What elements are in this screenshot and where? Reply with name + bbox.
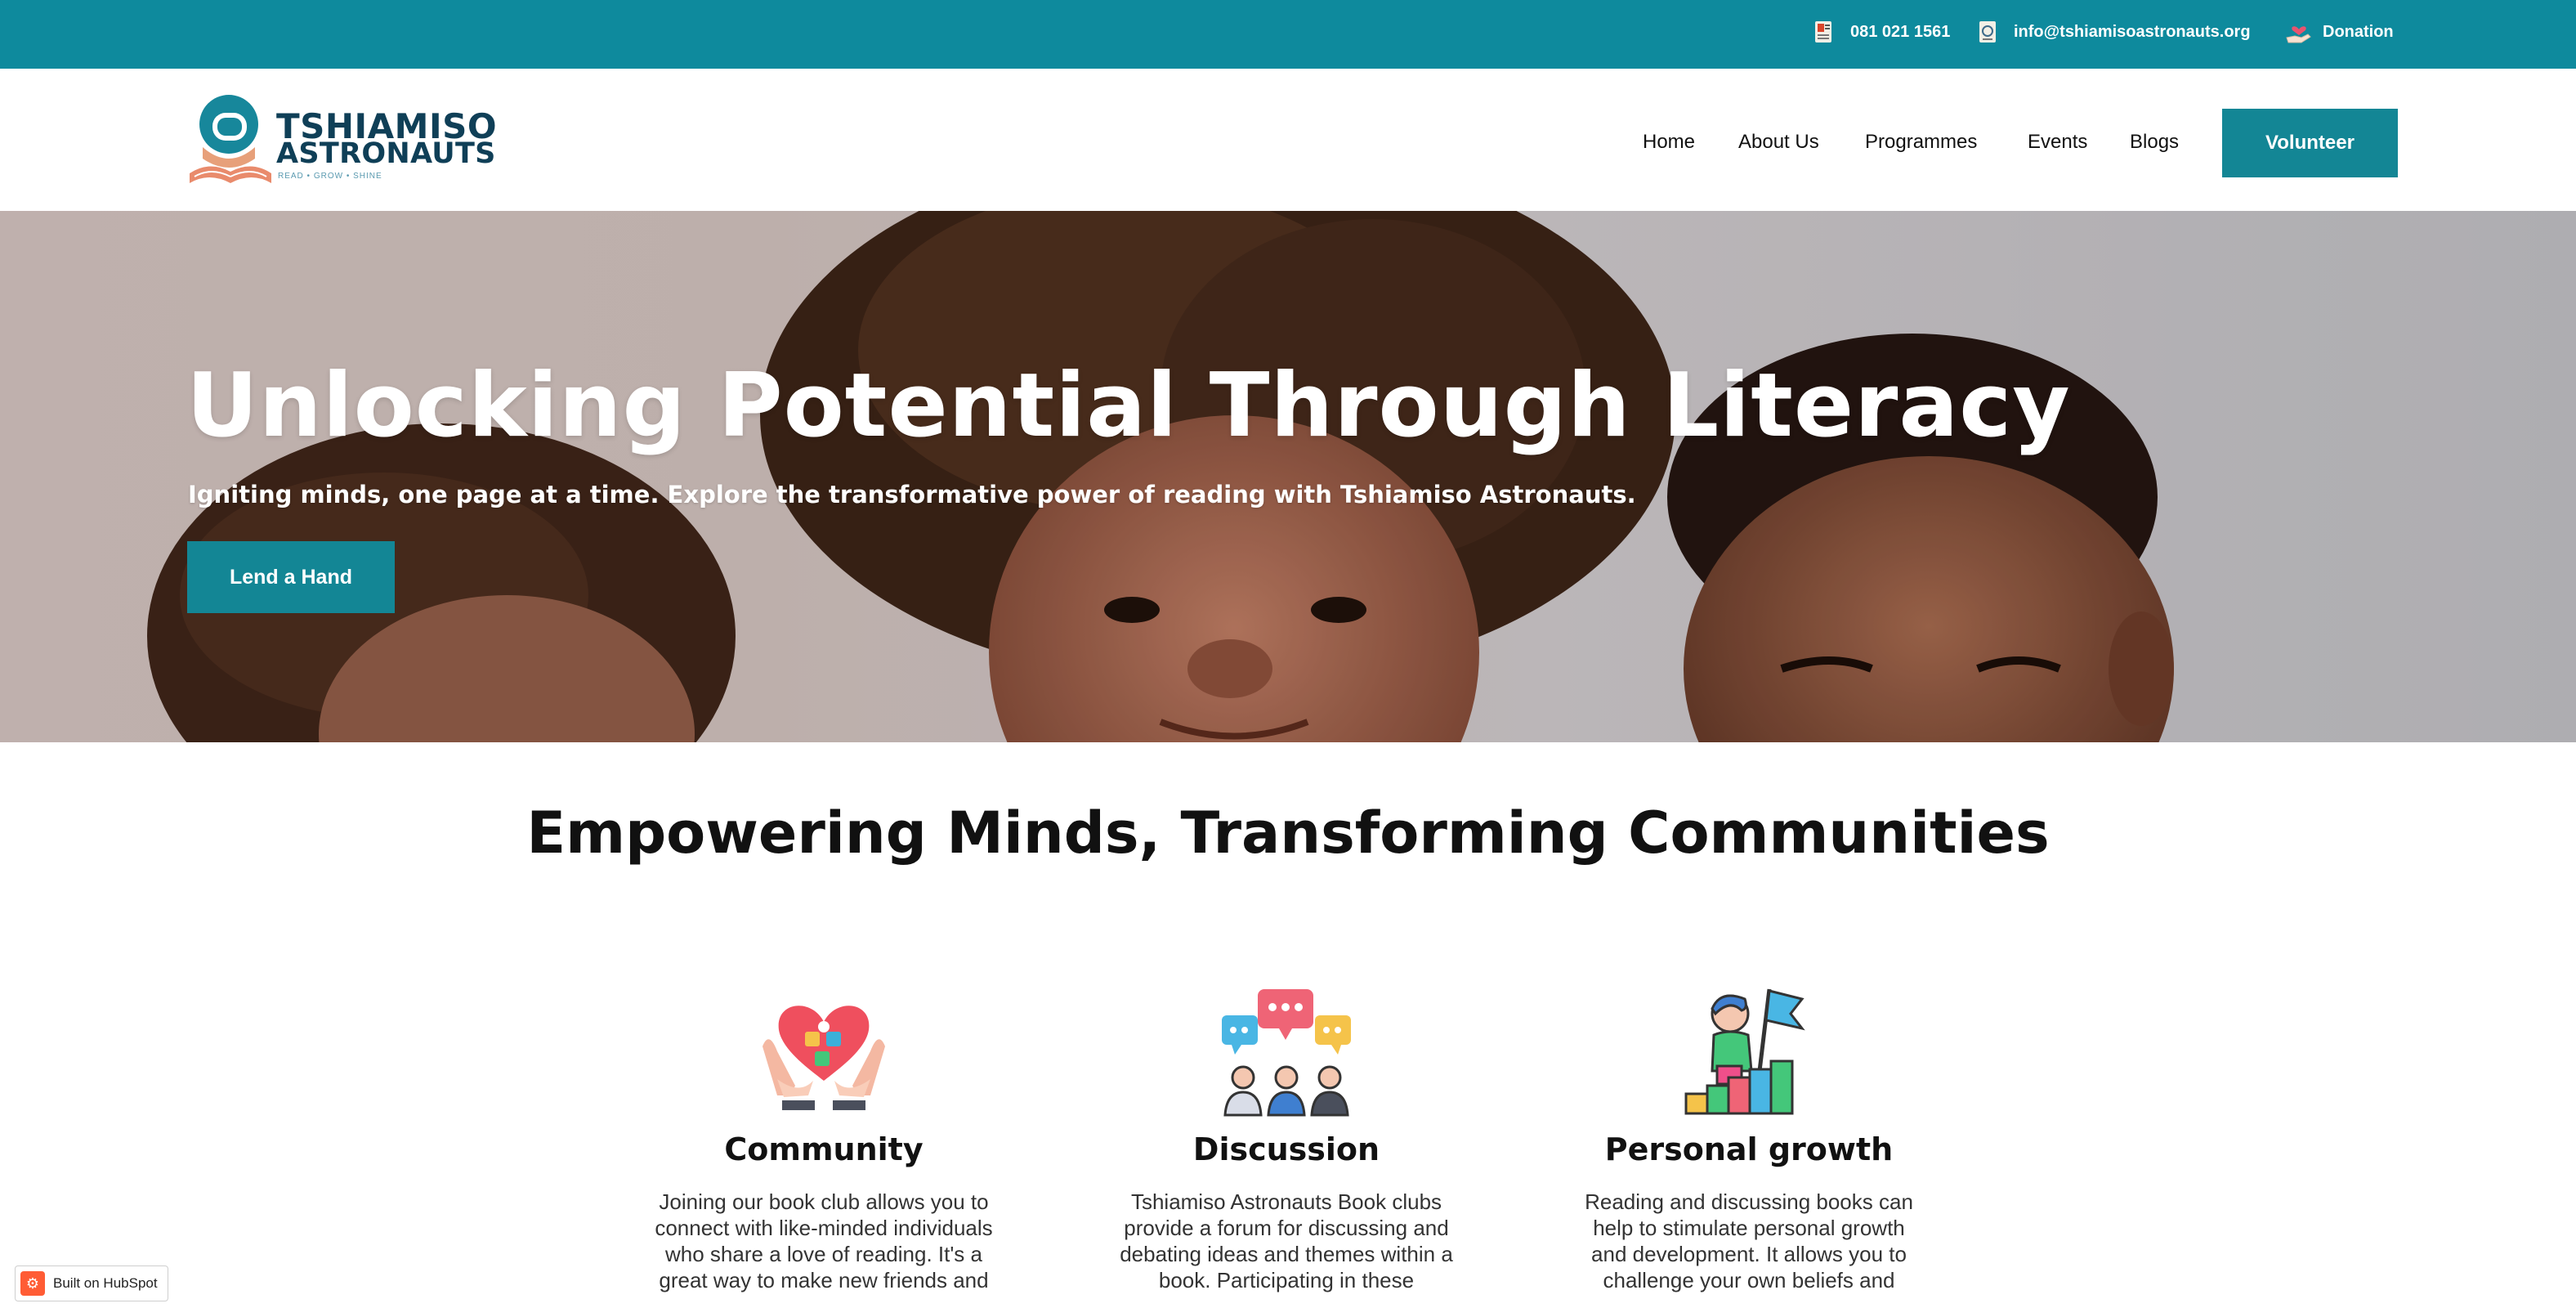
feature-description: Reading and discussing books can help to… bbox=[1585, 1189, 1913, 1292]
nav-blogs[interactable]: Blogs bbox=[2130, 131, 2179, 154]
growth-flag-icon bbox=[1684, 988, 1805, 1115]
feature-discussion: Discussion Tshiamiso Astronauts Book clu… bbox=[1107, 981, 1466, 1293]
lend-a-hand-button[interactable]: Lend a Hand bbox=[187, 541, 395, 613]
donation-label: Donation bbox=[2323, 22, 2394, 41]
hubspot-badge-label: Built on HubSpot bbox=[53, 1275, 158, 1291]
site-logo[interactable]: TSHIAMISO ASTRONAUTS READ • GROW • SHINE bbox=[186, 92, 497, 188]
feature-title: Community bbox=[724, 1131, 924, 1167]
nav-programmes[interactable]: Programmes bbox=[1865, 131, 1977, 154]
hero-subtitle: Igniting minds, one page at a time. Expl… bbox=[188, 481, 1636, 508]
logo-tagline: READ • GROW • SHINE bbox=[278, 172, 382, 181]
hubspot-badge[interactable]: ⚙ Built on HubSpot bbox=[15, 1265, 168, 1301]
hero-overlay bbox=[0, 211, 2576, 742]
feature-description: Tshiamiso Astronauts Book clubs provide … bbox=[1120, 1189, 1453, 1292]
email-icon bbox=[1976, 20, 1999, 44]
hero-title: Unlocking Potential Through Literacy bbox=[186, 355, 2071, 457]
site-header: TSHIAMISO ASTRONAUTS READ • GROW • SHINE… bbox=[0, 69, 2576, 211]
heart-hands-icon bbox=[763, 1006, 885, 1110]
hubspot-icon: ⚙ bbox=[20, 1271, 45, 1296]
feature-title: Personal growth bbox=[1604, 1131, 1894, 1167]
feature-description: Joining our book club allows you to conn… bbox=[655, 1189, 993, 1292]
donation-hand-heart-icon bbox=[2285, 20, 2311, 44]
nav-events[interactable]: Events bbox=[2028, 131, 2087, 154]
phone-number: 081 021 1561 bbox=[1850, 22, 1951, 41]
top-contact-bar: 081 021 1561 info@tshiamisoastronauts.or… bbox=[0, 0, 2576, 69]
logo-wordmark-line2: ASTRONAUTS bbox=[276, 137, 496, 170]
hero-banner: Unlocking Potential Through Literacy Ign… bbox=[0, 211, 2576, 742]
discussion-icon bbox=[1222, 989, 1351, 1117]
nav-home[interactable]: Home bbox=[1643, 131, 1695, 154]
astronaut-logo-icon bbox=[190, 95, 271, 183]
section-title: Empowering Minds, Transforming Communiti… bbox=[526, 800, 2050, 867]
feature-community: Community Joining our book club allows y… bbox=[644, 981, 1004, 1293]
volunteer-button[interactable]: Volunteer bbox=[2222, 109, 2398, 177]
feature-personal-growth: Personal growth Reading and discussing b… bbox=[1569, 981, 1929, 1293]
email-contact[interactable]: info@tshiamisoastronauts.org bbox=[1976, 20, 2251, 44]
phone-icon bbox=[1813, 20, 1836, 44]
phone-contact[interactable]: 081 021 1561 bbox=[1813, 20, 1950, 44]
email-address: info@tshiamisoastronauts.org bbox=[2014, 22, 2251, 41]
feature-title: Discussion bbox=[1192, 1131, 1380, 1167]
donation-link[interactable]: Donation bbox=[2285, 20, 2394, 44]
nav-about-us[interactable]: About Us bbox=[1738, 131, 1819, 154]
